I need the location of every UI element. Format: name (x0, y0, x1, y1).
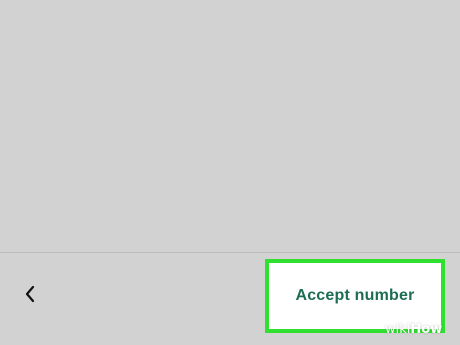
back-button[interactable] (14, 280, 46, 308)
accept-number-label: Accept number (295, 287, 415, 304)
chevron-left-icon (25, 285, 35, 303)
accept-number-button[interactable]: Accept number (265, 259, 445, 333)
content-area (0, 0, 460, 252)
